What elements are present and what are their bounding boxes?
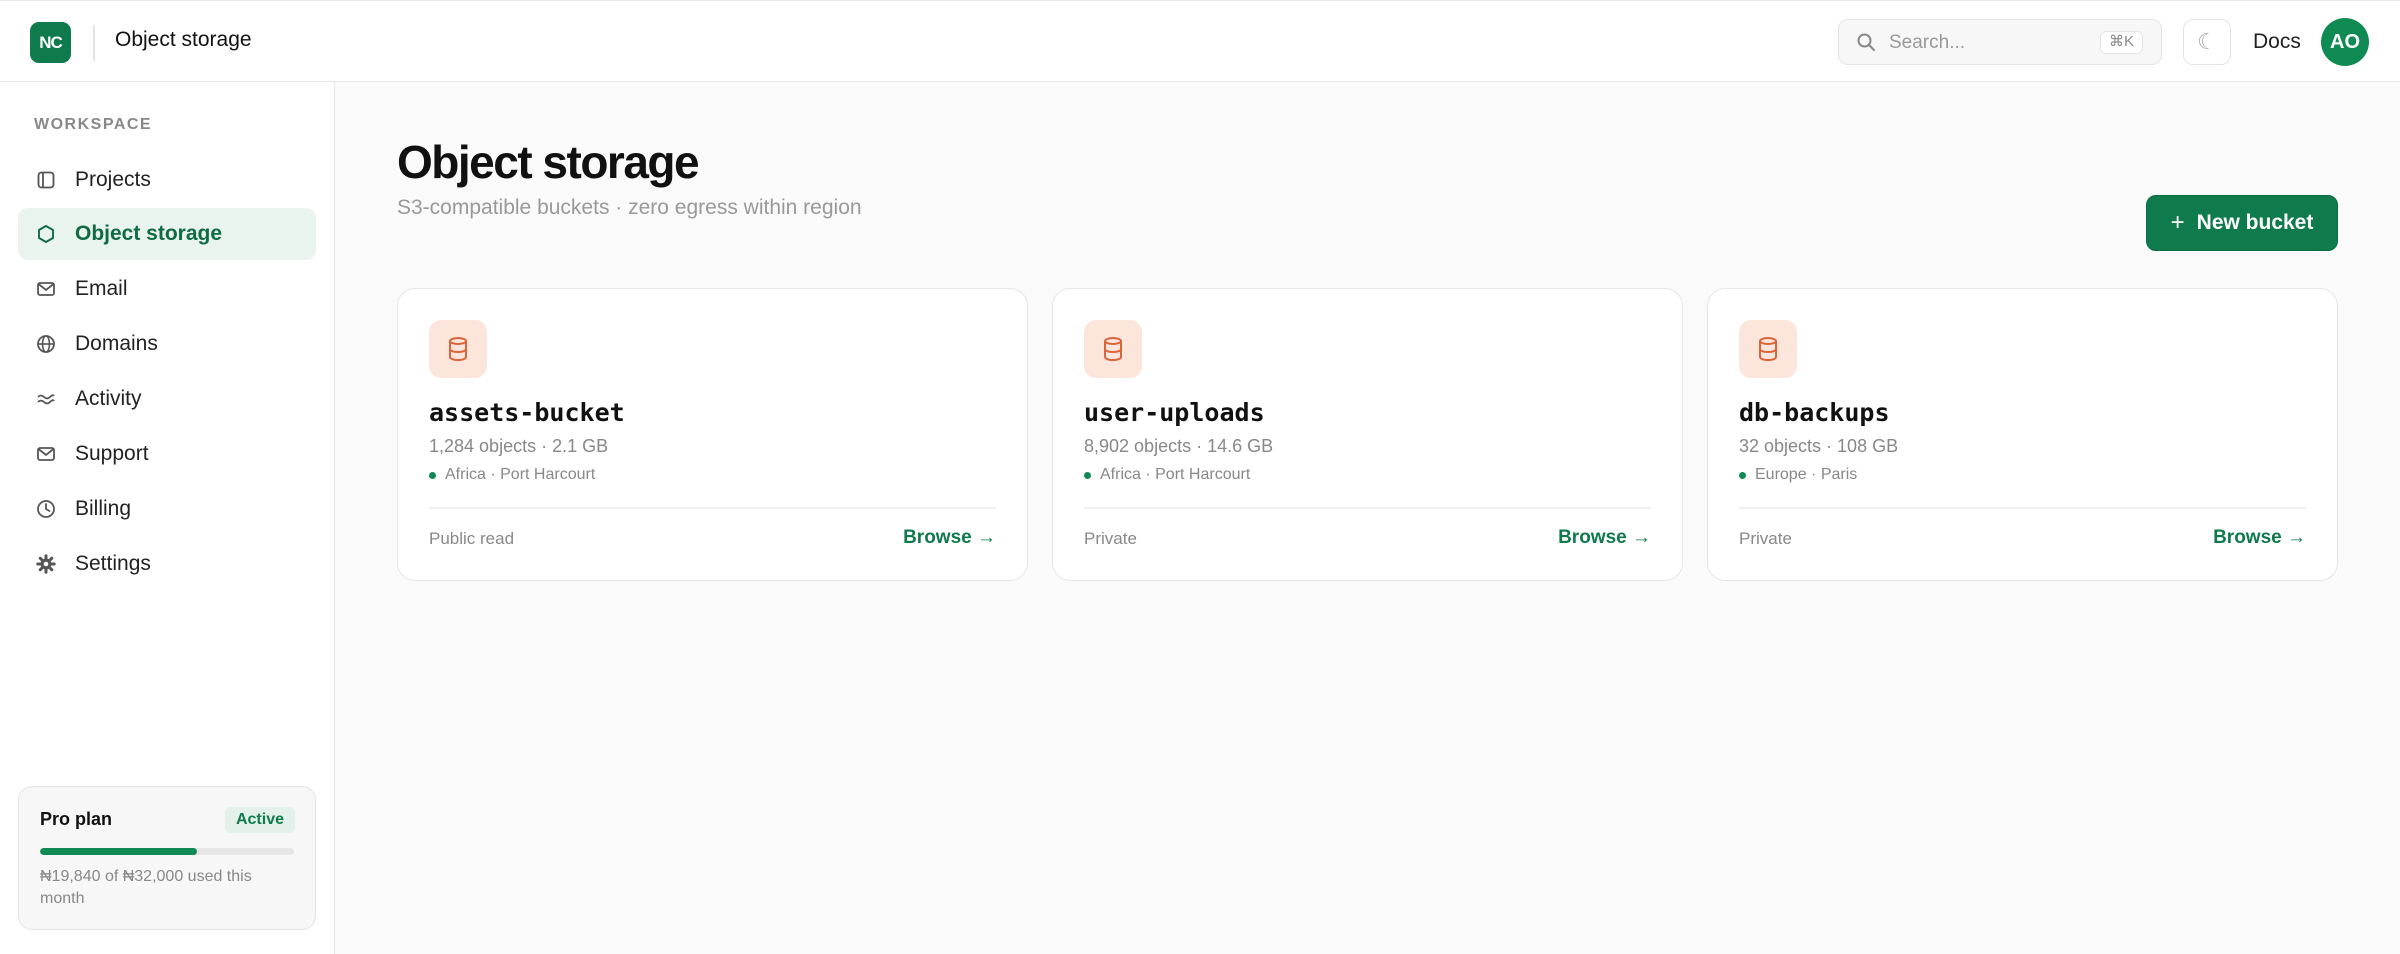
bucket-access: Private <box>1739 529 1792 548</box>
bucket-stats: 8,902 objects · 14.6 GB <box>1084 436 1274 456</box>
card-divider <box>1739 507 2306 509</box>
gear-icon <box>35 553 57 575</box>
status-badge: Active <box>224 807 295 833</box>
search-icon <box>1856 32 1876 57</box>
sidebar-item-projects[interactable]: Projects <box>18 154 316 206</box>
sidebar-item-label: Settings <box>75 552 151 575</box>
search-shortcut: ⌘K <box>2099 31 2143 54</box>
bucket-region: Europe · Paris <box>1739 466 1857 484</box>
mail-icon <box>35 278 57 300</box>
moon-icon: ☾ <box>2197 29 2217 54</box>
bucket-card-assets-bucket[interactable]: assets-bucket 1,284 objects · 2.1 GB Afr… <box>397 288 1028 581</box>
plan-card: Pro plan Active ₦19,840 of ₦32,000 used … <box>18 786 316 930</box>
database-icon <box>1739 320 1797 378</box>
search-box[interactable]: Search... ⌘K <box>1838 19 2162 65</box>
mail-icon <box>35 443 57 465</box>
region-dot-icon <box>1084 471 1091 479</box>
hexagon-icon <box>35 223 57 245</box>
card-divider <box>429 507 996 509</box>
sidebar-item-label: Support <box>75 442 149 465</box>
sidebar-item-billing[interactable]: Billing <box>18 483 316 535</box>
bucket-stats: 1,284 objects · 2.1 GB <box>429 436 609 456</box>
bucket-card-user-uploads[interactable]: user-uploads 8,902 objects · 14.6 GB Afr… <box>1052 288 1683 581</box>
avatar[interactable]: AO <box>2321 18 2369 66</box>
theme-toggle-button[interactable]: ☾ <box>2183 19 2231 65</box>
bucket-name: db-backups <box>1739 398 1890 427</box>
browse-link[interactable]: Browse → <box>2213 527 2306 549</box>
sidebar-item-label: Object storage <box>75 222 223 245</box>
sidebar-item-settings[interactable]: Settings <box>18 538 316 590</box>
sidebar-item-label: Billing <box>75 497 132 520</box>
browse-link[interactable]: Browse → <box>1558 527 1651 549</box>
bucket-stats: 32 objects · 108 GB <box>1739 436 1899 456</box>
app-logo[interactable]: NC <box>30 22 71 63</box>
bucket-region-label: Africa · Port Harcourt <box>1100 466 1251 483</box>
sidebar-item-activity[interactable]: Activity <box>18 373 316 425</box>
activity-icon <box>35 388 57 410</box>
sidebar-item-object-storage[interactable]: Object storage <box>18 208 316 260</box>
workspace-label: WORKSPACE <box>34 116 153 133</box>
bucket-region: Africa · Port Harcourt <box>429 466 595 484</box>
bucket-name: assets-bucket <box>429 398 625 427</box>
usage-text: ₦19,840 of ₦32,000 used this month <box>40 868 252 907</box>
new-bucket-label: New bucket <box>2196 211 2314 234</box>
database-icon <box>1084 320 1142 378</box>
bucket-card-db-backups[interactable]: db-backups 32 objects · 108 GB Europe · … <box>1707 288 2338 581</box>
search-input[interactable]: Search... <box>1889 32 1965 54</box>
bucket-access: Public read <box>429 529 515 548</box>
sidebar-item-label: Email <box>75 277 128 300</box>
browse-link[interactable]: Browse → <box>903 527 996 549</box>
page-subtitle: S3-compatible buckets · zero egress with… <box>397 196 862 219</box>
bucket-region-label: Europe · Paris <box>1755 466 1858 483</box>
sidebar: WORKSPACE Projects Object storage Email … <box>0 82 335 954</box>
page-title: Object storage <box>397 136 700 188</box>
plus-icon: + <box>2170 209 2185 236</box>
folder-icon <box>35 169 57 191</box>
top-bar: NC Object storage Search... ⌘K ☾ Docs AO <box>0 0 2400 82</box>
new-bucket-button[interactable]: + New bucket <box>2146 195 2338 251</box>
clock-icon <box>35 498 57 520</box>
bucket-region: Africa · Port Harcourt <box>1084 466 1250 484</box>
sidebar-item-domains[interactable]: Domains <box>18 318 316 370</box>
usage-progress-bar <box>40 848 294 855</box>
region-dot-icon <box>429 471 436 479</box>
bucket-access: Private <box>1084 529 1137 548</box>
globe-icon <box>35 333 57 355</box>
top-title: Object storage <box>115 28 252 51</box>
docs-link[interactable]: Docs <box>2253 30 2301 54</box>
database-icon <box>429 320 487 378</box>
region-dot-icon <box>1739 471 1746 479</box>
sidebar-item-support[interactable]: Support <box>18 428 316 480</box>
sidebar-item-email[interactable]: Email <box>18 263 316 315</box>
usage-progress-fill <box>40 848 198 855</box>
sidebar-item-label: Domains <box>75 332 158 355</box>
sidebar-item-label: Projects <box>75 168 151 191</box>
card-divider <box>1084 507 1651 509</box>
plan-title: Pro plan <box>40 809 113 829</box>
top-divider <box>93 25 95 61</box>
sidebar-item-label: Activity <box>75 387 142 410</box>
bucket-region-label: Africa · Port Harcourt <box>445 466 596 483</box>
bucket-name: user-uploads <box>1084 398 1265 427</box>
